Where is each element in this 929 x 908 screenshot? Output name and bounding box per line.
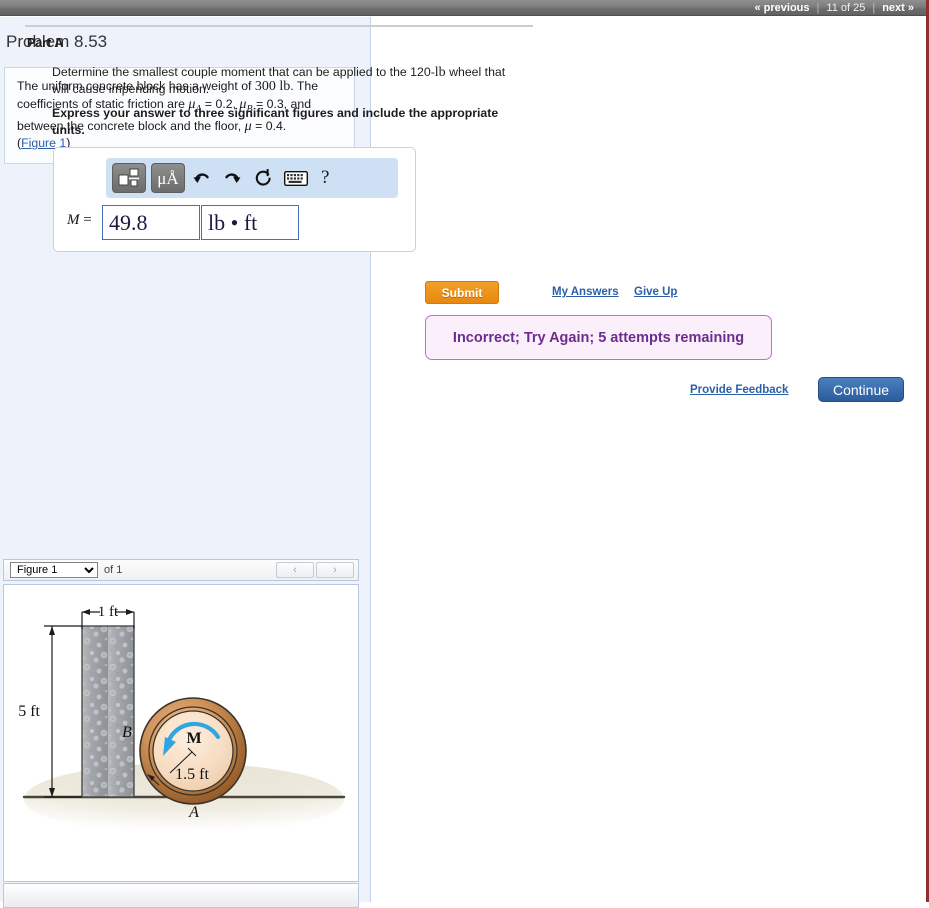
question-text-pre: Determine the smallest couple moment tha… bbox=[52, 65, 435, 79]
previous-link[interactable]: « previous bbox=[748, 2, 817, 14]
keyboard-icon[interactable] bbox=[283, 165, 309, 191]
part-a-heading: Part A bbox=[27, 36, 64, 50]
label-moment: M bbox=[186, 730, 201, 747]
question-unit: lb bbox=[434, 65, 446, 80]
units-icon-glyph: μÅ bbox=[157, 168, 179, 188]
status-badge: Incorrect; Try Again; 5 attempts remaini… bbox=[425, 315, 772, 360]
page-counter: 11 of 25 bbox=[826, 1, 866, 14]
undo-icon[interactable] bbox=[190, 165, 212, 191]
figure-panel: 1 ft 5 ft B M 1.5 ft A bbox=[3, 584, 359, 882]
height-dimension-label: 5 ft bbox=[18, 703, 40, 720]
give-up-link[interactable]: Give Up bbox=[634, 286, 677, 298]
redo-icon[interactable] bbox=[221, 165, 243, 191]
answer-instruction: Express your answer to three significant… bbox=[52, 106, 499, 137]
template-icon[interactable] bbox=[112, 163, 146, 193]
equals-sign: = bbox=[83, 212, 92, 228]
label-radius: 1.5 ft bbox=[175, 766, 209, 783]
figure-prev-button[interactable]: ‹ bbox=[276, 562, 314, 578]
top-navigation-bar: « previous | 11 of 25 | next » bbox=[0, 0, 929, 16]
part-divider bbox=[25, 25, 533, 27]
answer-units-input[interactable] bbox=[201, 205, 299, 240]
question-text: Determine the smallest couple moment tha… bbox=[52, 64, 517, 98]
figure-select[interactable]: Figure 1 bbox=[10, 562, 98, 578]
block-and-wheel-diagram: 1 ft 5 ft B M 1.5 ft A bbox=[18, 604, 346, 835]
height-arrow-top bbox=[49, 626, 55, 635]
reset-icon[interactable] bbox=[252, 165, 274, 191]
next-link[interactable]: next » bbox=[875, 2, 921, 14]
wheel-graphic bbox=[139, 697, 247, 805]
concrete-block-graphic bbox=[81, 625, 135, 798]
answer-variable-label: M = bbox=[67, 212, 92, 229]
width-arrow-left bbox=[82, 609, 90, 615]
figure-footer-bar bbox=[3, 883, 359, 908]
math-toolbar: μÅ ? bbox=[106, 158, 398, 198]
nav-separator-1: | bbox=[816, 1, 820, 14]
submit-button[interactable]: Submit bbox=[425, 281, 499, 304]
answer-value-input[interactable] bbox=[102, 205, 200, 240]
label-b: B bbox=[122, 724, 132, 741]
figure-navigation-bar: Figure 1 of 1 ‹ › bbox=[3, 559, 359, 581]
answer-entry-box: μÅ ? M = 49.8 lb • ft bbox=[53, 147, 416, 252]
help-icon[interactable]: ? bbox=[321, 167, 329, 189]
figure-next-button[interactable]: › bbox=[316, 562, 354, 578]
my-answers-link[interactable]: My Answers bbox=[552, 286, 619, 298]
continue-button[interactable]: Continue bbox=[818, 377, 904, 402]
height-dimension bbox=[44, 625, 82, 798]
figure-count-label: of 1 bbox=[104, 564, 123, 576]
figure-pager: ‹ › bbox=[276, 562, 358, 578]
label-a: A bbox=[188, 804, 199, 821]
nav-separator-2: | bbox=[872, 1, 876, 14]
variable-m: M bbox=[67, 212, 80, 228]
width-dimension-label: 1 ft bbox=[98, 604, 119, 620]
units-icon[interactable]: μÅ bbox=[151, 163, 185, 193]
provide-feedback-link[interactable]: Provide Feedback bbox=[690, 384, 788, 396]
answer-panel bbox=[372, 17, 926, 902]
width-arrow-right bbox=[126, 609, 134, 615]
